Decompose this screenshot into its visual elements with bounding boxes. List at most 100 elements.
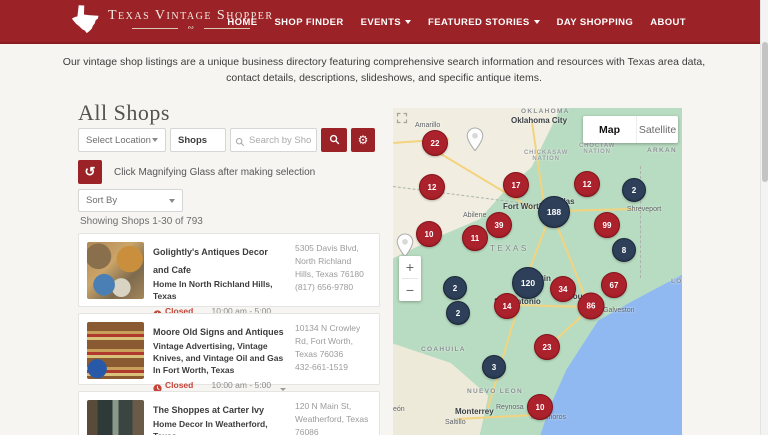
location-select[interactable]: Select Location: [78, 128, 166, 152]
main-nav: HOME SHOP FINDER EVENTS FEATURED STORIES…: [227, 0, 686, 44]
shop-name[interactable]: The Shoppes at Carter Ivy: [153, 405, 264, 415]
map-cluster[interactable]: 10: [416, 221, 442, 247]
chevron-down-icon: [534, 20, 540, 24]
gear-icon: ⚙: [358, 133, 369, 147]
shop-card-side: 5305 Davis Blvd, North Richland Hills, T…: [295, 242, 371, 298]
map-cluster[interactable]: 2: [443, 276, 467, 300]
shop-category: Home In North Richland Hills, Texas: [153, 279, 286, 303]
map-place-label: NUEVO LEON: [467, 388, 523, 395]
sort-row: Sort By: [78, 189, 183, 212]
map-cluster[interactable]: 86: [578, 293, 605, 320]
shop-category: Vintage Advertising, Vintage Knives, and…: [153, 341, 286, 377]
map-view-button[interactable]: Map: [583, 116, 636, 143]
shop-phone: (817) 656-9780: [295, 281, 371, 294]
shop-card-main: Golightly's Antiques Decor and Cafe Home…: [153, 242, 286, 298]
map-place-label: COAHUILA: [421, 346, 466, 353]
map-place-label: CHOCTAW NATION: [579, 143, 615, 155]
map-place-label: LO: [671, 278, 682, 285]
site-header: Texas Vintage Shopper ∾ HOME SHOP FINDER…: [0, 0, 768, 44]
map-place-label: ARKAN: [647, 147, 677, 154]
page-title: All Shops: [78, 100, 380, 126]
shop-card-main: Moore Old Signs and Antiques Vintage Adv…: [153, 322, 286, 376]
map-place-label: Monterrey: [455, 407, 494, 416]
search-icon: [329, 133, 340, 148]
map-cluster[interactable]: 188: [538, 196, 570, 228]
map-cluster[interactable]: 3: [482, 355, 506, 379]
map-place-label: Reynosa: [496, 404, 524, 411]
map-place-label: Oklahoma City: [511, 116, 567, 125]
map-cluster[interactable]: 34: [550, 276, 576, 302]
page-scrollbar: [760, 0, 768, 435]
shop-card[interactable]: Golightly's Antiques Decor and Cafe Home…: [78, 233, 380, 307]
zoom-out-button[interactable]: −: [399, 279, 421, 301]
map-place-label: Saltillo: [445, 419, 466, 426]
zoom-in-button[interactable]: +: [399, 256, 421, 278]
map-cluster[interactable]: 12: [419, 174, 445, 200]
shop-phone: 432-661-1519: [295, 361, 371, 374]
shop-card[interactable]: The Shoppes at Carter Ivy Home Decor In …: [78, 391, 380, 435]
settings-button[interactable]: ⚙: [351, 128, 375, 152]
filter-hint: Click Magnifying Glass after making sele…: [114, 167, 315, 178]
shop-address: 10134 N Crowley Rd, Fort Worth, Texas 76…: [295, 322, 371, 360]
shop-name[interactable]: Moore Old Signs and Antiques: [153, 327, 284, 337]
shops-map[interactable]: 221217122188103911998120346786142232310 …: [393, 108, 682, 435]
shop-thumbnail[interactable]: [87, 322, 144, 379]
map-cluster[interactable]: 22: [422, 130, 448, 156]
nav-featured-stories[interactable]: FEATURED STORIES: [428, 17, 540, 28]
sort-by-select[interactable]: Sort By: [78, 189, 183, 212]
map-cluster[interactable]: 17: [503, 172, 529, 198]
map-place-label: Galveston: [603, 307, 635, 314]
map-cluster[interactable]: 120: [512, 267, 544, 299]
map-place-label: Shreveport: [627, 206, 661, 213]
shop-thumbnail[interactable]: [87, 400, 144, 435]
map-cluster[interactable]: 10: [527, 394, 553, 420]
search-button[interactable]: [321, 128, 347, 152]
map-cluster[interactable]: 67: [601, 272, 627, 298]
reset-row: ↺ Click Magnifying Glass after making se…: [78, 160, 315, 184]
map-place-label: Amarillo: [415, 122, 440, 129]
satellite-view-button[interactable]: Satellite: [636, 116, 678, 143]
search-field-wrap: [230, 128, 317, 152]
nav-day-shopping[interactable]: DAY SHOPPING: [557, 17, 634, 28]
map-place-label: OKLAHOMA: [521, 108, 570, 115]
map-cluster[interactable]: 23: [534, 334, 560, 360]
map-cluster[interactable]: 2: [622, 178, 646, 202]
shop-card-side: 120 N Main St, Weatherford, Texas 76086 …: [295, 400, 371, 435]
results-count: Showing Shops 1-30 of 793: [80, 216, 203, 227]
chevron-down-icon: [169, 199, 175, 203]
nav-events[interactable]: EVENTS: [361, 17, 411, 28]
map-cluster[interactable]: 12: [574, 171, 600, 197]
map-cluster[interactable]: 99: [594, 212, 620, 238]
shop-card-side: 10134 N Crowley Rd, Fort Worth, Texas 76…: [295, 322, 371, 376]
shop-card-main: The Shoppes at Carter Ivy Home Decor In …: [153, 400, 286, 435]
map-place-label: CHICKASAW NATION: [524, 150, 568, 162]
map-place-label: TEXAS: [490, 244, 529, 253]
map-pin-icon[interactable]: [467, 127, 484, 156]
map-type-control: Map Satellite: [583, 116, 678, 143]
shops-type-input[interactable]: Shops: [170, 128, 226, 152]
map-cluster[interactable]: 8: [612, 238, 636, 262]
texas-state-icon: [70, 4, 101, 35]
intro-text: Our vintage shop listings are a unique b…: [56, 54, 712, 87]
chevron-down-icon: [152, 138, 158, 142]
fullscreen-icon[interactable]: [396, 111, 408, 129]
map-place-label: eón: [393, 406, 405, 413]
map-cluster[interactable]: 14: [494, 293, 520, 319]
filter-row: Select Location Shops ⚙: [78, 128, 375, 152]
nav-about[interactable]: ABOUT: [650, 17, 686, 28]
map-place-label: Abilene: [463, 212, 486, 219]
shop-address: 120 N Main St, Weatherford, Texas 76086: [295, 400, 371, 435]
scrollbar-thumb[interactable]: [762, 42, 768, 182]
map-cluster[interactable]: 39: [486, 212, 512, 238]
search-icon: [235, 134, 245, 152]
reset-button[interactable]: ↺: [78, 160, 102, 184]
map-cluster[interactable]: 11: [462, 225, 488, 251]
nav-home[interactable]: HOME: [227, 17, 257, 28]
reset-icon: ↺: [85, 164, 96, 180]
shop-thumbnail[interactable]: [87, 242, 144, 299]
shop-card[interactable]: Moore Old Signs and Antiques Vintage Adv…: [78, 313, 380, 385]
map-cluster[interactable]: 2: [446, 301, 470, 325]
shop-address: 5305 Davis Blvd, North Richland Hills, T…: [295, 242, 371, 280]
nav-shop-finder[interactable]: SHOP FINDER: [274, 17, 343, 28]
shop-name[interactable]: Golightly's Antiques Decor and Cafe: [153, 247, 268, 275]
